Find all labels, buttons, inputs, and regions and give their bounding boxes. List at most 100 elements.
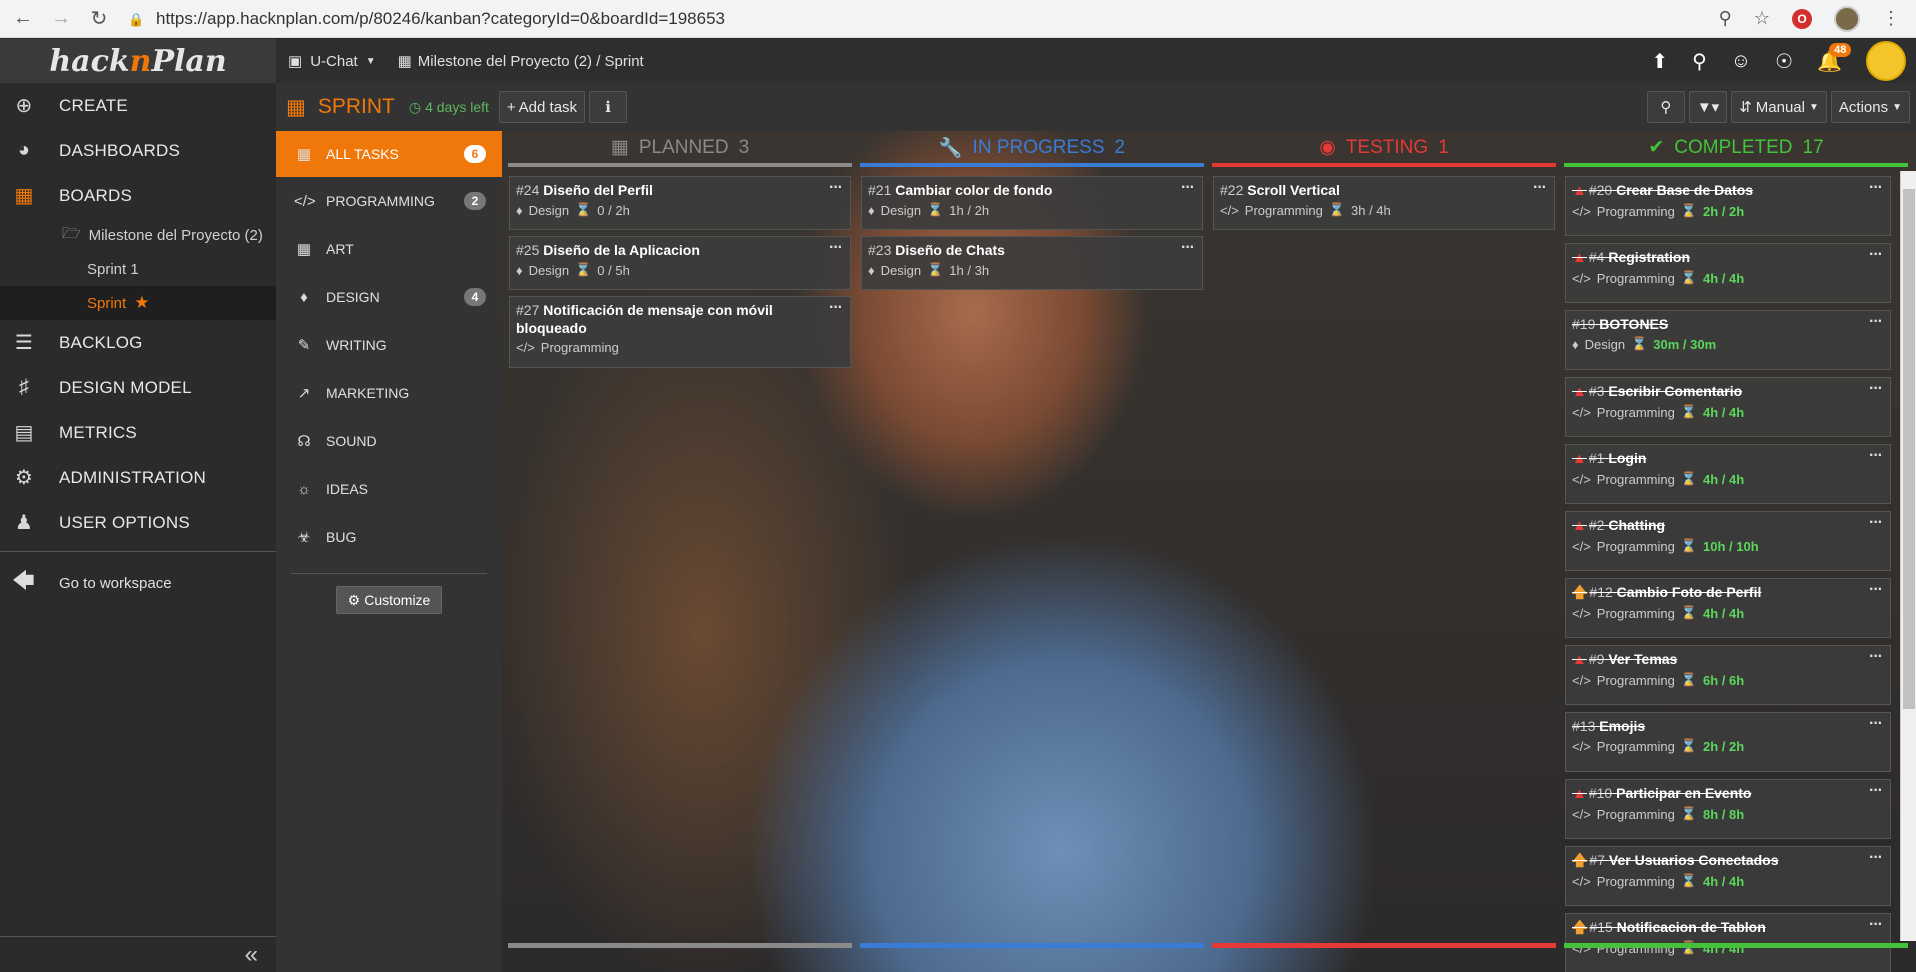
- card-menu-icon[interactable]: ···: [1869, 380, 1883, 398]
- sort-icon: ⇵: [1739, 99, 1752, 116]
- category-ideas[interactable]: ☼ IDEAS: [276, 465, 502, 513]
- sidebar-sprint-1[interactable]: Sprint 1: [0, 252, 276, 286]
- category-art[interactable]: ▦ ART: [276, 225, 502, 273]
- card-menu-icon[interactable]: ···: [1869, 514, 1883, 532]
- info-button[interactable]: ℹ: [589, 91, 628, 123]
- forward-icon[interactable]: →: [46, 4, 76, 34]
- column-bar-testing: [1212, 163, 1556, 167]
- count-badge: 4: [464, 288, 486, 306]
- pencil-icon: ✎: [297, 337, 311, 354]
- task-card[interactable]: ▲ #20 Crear Base de Datos </> Programming ⌛ 2…: [1565, 176, 1891, 236]
- task-card[interactable]: #23 Diseño de Chats ♦ Design ⌛ 1h / 3h ···: [861, 236, 1203, 290]
- card-menu-icon[interactable]: ···: [1869, 447, 1883, 465]
- card-menu-icon[interactable]: ···: [1869, 581, 1883, 599]
- smile-icon[interactable]: ☺: [1731, 50, 1751, 73]
- task-card[interactable]: #22 Scroll Vertical </> Programming ⌛ 3h / …: [1213, 176, 1555, 230]
- collapse-sidebar-icon[interactable]: «: [0, 936, 276, 972]
- category-bug[interactable]: ☣ BUG: [276, 513, 502, 561]
- boards-icon: ▦: [14, 185, 34, 207]
- task-card[interactable]: ▲ #9 Ver Temas </> Programming ⌛ 6h / 6h ···: [1565, 645, 1891, 705]
- board-grid-icon: ▦: [397, 53, 412, 70]
- scrollbar-thumb[interactable]: [1903, 189, 1915, 709]
- task-card[interactable]: #13 Emojis </> Programming ⌛ 2h / 2h ···: [1565, 712, 1891, 772]
- go-to-workspace-link[interactable]: 🡄 Go to workspace: [0, 558, 276, 608]
- code-icon: </>: [1220, 202, 1239, 218]
- card-menu-icon[interactable]: ···: [1181, 179, 1195, 197]
- search-icon[interactable]: ⚲: [1692, 49, 1707, 74]
- code-icon: </>: [1572, 404, 1591, 420]
- card-menu-icon[interactable]: ···: [1869, 916, 1883, 934]
- card-menu-icon[interactable]: ···: [829, 299, 843, 317]
- reload-icon[interactable]: ↻: [84, 4, 114, 34]
- task-card[interactable]: 🡅 #12 Cambio Foto de Perfil </> Programming…: [1565, 578, 1891, 638]
- card-menu-icon[interactable]: ···: [1869, 648, 1883, 666]
- sidebar-item-backlog[interactable]: ☰ BACKLOG: [0, 320, 276, 365]
- card-menu-icon[interactable]: ···: [829, 239, 843, 257]
- logo[interactable]: hacknPlan: [0, 39, 276, 83]
- task-card[interactable]: #27 Notificación de mensaje con móvil bl…: [509, 296, 851, 368]
- line-chart-icon: ↗: [297, 385, 311, 402]
- address-bar[interactable]: 🔒 https://app.hacknplan.com/p/80246/kanb…: [128, 4, 1628, 34]
- task-card[interactable]: ▲ #3 Escribir Comentario </> Programming ⌛ 4h…: [1565, 377, 1891, 437]
- card-menu-icon[interactable]: ···: [1869, 179, 1883, 197]
- task-card[interactable]: #24 Diseño del Perfil ♦ Design ⌛ 0 / 2h ···: [509, 176, 851, 230]
- sidebar-item-design-model[interactable]: ♯ DESIGN MODEL: [0, 365, 276, 410]
- add-task-button[interactable]: + Add task: [498, 91, 586, 123]
- actions-dropdown[interactable]: Actions ▼: [1830, 91, 1910, 123]
- card-menu-icon[interactable]: ···: [1533, 179, 1547, 197]
- zoom-icon[interactable]: ⚲: [1719, 8, 1732, 29]
- upload-icon[interactable]: ⬆: [1651, 49, 1668, 74]
- column-bar-planned: [508, 163, 852, 167]
- hourglass-icon: ⌛: [575, 262, 592, 277]
- folder-open-icon: 🗁: [62, 224, 81, 242]
- task-card[interactable]: ▲ #1 Login </> Programming ⌛ 4h / 4h ···: [1565, 444, 1891, 504]
- breadcrumb[interactable]: ▦ Milestone del Proyecto (2) / Sprint: [397, 52, 644, 71]
- profile-avatar[interactable]: [1834, 5, 1860, 32]
- category-sound[interactable]: ☊ SOUND: [276, 417, 502, 465]
- card-menu-icon[interactable]: ···: [1869, 849, 1883, 867]
- notifications-bell-icon[interactable]: 🔔 48: [1817, 42, 1852, 74]
- category-all-tasks[interactable]: ▦ ALL TASKS 6: [276, 131, 502, 177]
- browser-menu-icon[interactable]: ⋮: [1882, 8, 1900, 29]
- sidebar-item-user-options[interactable]: ♟ USER OPTIONS: [0, 500, 276, 545]
- filter-button[interactable]: ▼▾: [1688, 91, 1728, 123]
- warning-icon: ▲: [1572, 450, 1587, 467]
- sidebar-milestone[interactable]: 🗁 Milestone del Proyecto (2): [0, 218, 276, 252]
- category-programming[interactable]: </> PROGRAMMING 2: [276, 177, 502, 225]
- back-icon[interactable]: ←: [8, 4, 38, 34]
- user-avatar[interactable]: [1866, 41, 1906, 81]
- sidebar-item-metrics[interactable]: ▤ METRICS: [0, 410, 276, 455]
- card-menu-icon[interactable]: ···: [1181, 239, 1195, 257]
- task-card[interactable]: ▲ #10 Participar en Evento </> Programming ⌛…: [1565, 779, 1891, 839]
- completed-scrollbar[interactable]: [1900, 171, 1916, 941]
- card-menu-icon[interactable]: ···: [1869, 782, 1883, 800]
- task-card[interactable]: #21 Cambiar color de fondo ♦ Design ⌛ 1h / …: [861, 176, 1203, 230]
- sidebar-sprint-active[interactable]: Sprint ★: [0, 286, 276, 320]
- task-card[interactable]: ▲ #2 Chatting </> Programming ⌛ 10h / 10h ···: [1565, 511, 1891, 571]
- task-card[interactable]: ▲ #4 Registration </> Programming ⌛ 4h / 4h ··…: [1565, 243, 1891, 303]
- sidebar-item-administration[interactable]: ⚙ ADMINISTRATION: [0, 455, 276, 500]
- sidebar-item-dashboards[interactable]: ◕ DASHBOARDS: [0, 128, 276, 173]
- sidebar-item-boards[interactable]: ▦ BOARDS: [0, 173, 276, 218]
- project-selector[interactable]: ▣ U-Chat ▼: [288, 52, 376, 71]
- opera-extension-icon[interactable]: O: [1792, 8, 1812, 29]
- help-lifebuoy-icon[interactable]: ☉: [1775, 49, 1793, 74]
- hourglass-icon: ⌛: [1680, 672, 1698, 687]
- sort-dropdown[interactable]: ⇵ Manual ▼: [1731, 91, 1827, 123]
- column-header-completed: ✔ COMPLETED 17: [1648, 136, 1824, 159]
- customize-button[interactable]: ⚙ Customize: [336, 586, 442, 614]
- card-menu-icon[interactable]: ···: [1869, 313, 1883, 331]
- card-menu-icon[interactable]: ···: [1869, 246, 1883, 264]
- hourglass-icon: ⌛: [1680, 873, 1698, 888]
- category-writing[interactable]: ✎ WRITING: [276, 321, 502, 369]
- sidebar-item-create[interactable]: ⊕ CREATE: [0, 83, 276, 128]
- task-card[interactable]: #19 BOTONES ♦ Design ⌛ 30m / 30m ···: [1565, 310, 1891, 370]
- board-search-button[interactable]: ⚲: [1646, 91, 1685, 123]
- bookmark-star-icon[interactable]: ☆: [1754, 8, 1770, 29]
- category-marketing[interactable]: ↗ MARKETING: [276, 369, 502, 417]
- card-menu-icon[interactable]: ···: [1869, 715, 1883, 733]
- task-card[interactable]: 🡅 #7 Ver Usuarios Conectados </> Programmin…: [1565, 846, 1891, 906]
- task-card[interactable]: #25 Diseño de la Aplicacion ♦ Design ⌛ 0 / …: [509, 236, 851, 290]
- category-design[interactable]: ♦ DESIGN 4: [276, 273, 502, 321]
- card-menu-icon[interactable]: ···: [829, 179, 843, 197]
